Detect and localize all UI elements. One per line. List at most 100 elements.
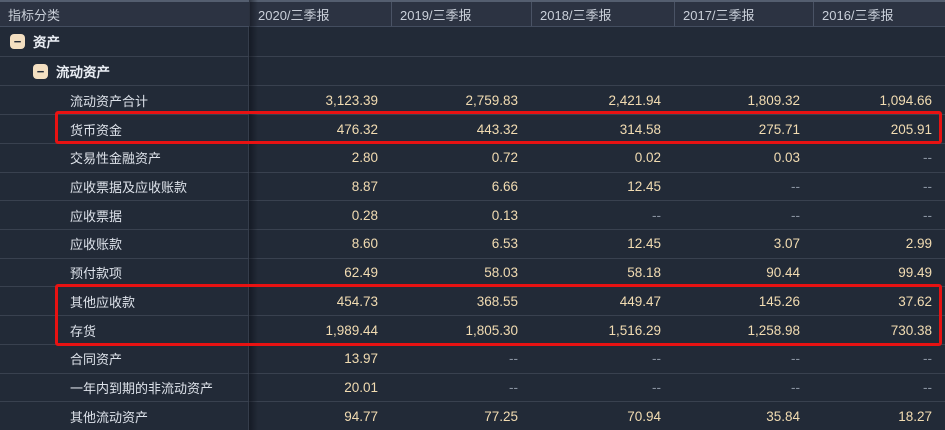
value-cell: 37.62 xyxy=(813,294,945,309)
row-label-cell: 应收票据及应收账款 xyxy=(0,173,249,201)
value-cell: -- xyxy=(813,351,945,366)
value-cell: -- xyxy=(813,208,945,223)
table-row[interactable]: 应收票据及应收账款8.876.6612.45---- xyxy=(0,173,945,202)
value-cell: 314.58 xyxy=(531,122,674,137)
table-row[interactable]: 一年内到期的非流动资产20.01-------- xyxy=(0,374,945,403)
row-label: 应收票据 xyxy=(70,206,122,225)
value-cell: 1,094.66 xyxy=(813,93,945,108)
value-cell: 1,516.29 xyxy=(531,323,674,338)
table-row[interactable]: 其他流动资产94.7777.2570.9435.8418.27 xyxy=(0,402,945,430)
row-label: 交易性金融资产 xyxy=(70,148,161,167)
financial-statement-table: 指标分类 2020/三季报2019/三季报2018/三季报2017/三季报201… xyxy=(0,0,945,430)
value-cell: 12.45 xyxy=(531,236,674,251)
collapse-minus-icon[interactable]: − xyxy=(10,34,25,49)
column-header-period: 2020/三季报 xyxy=(249,2,391,26)
value-cell: 3,123.39 xyxy=(249,93,391,108)
value-cell: 2,421.94 xyxy=(531,93,674,108)
value-cell: 1,989.44 xyxy=(249,323,391,338)
value-cell: -- xyxy=(531,208,674,223)
table-header-row: 指标分类 2020/三季报2019/三季报2018/三季报2017/三季报201… xyxy=(0,0,945,27)
value-cell: 449.47 xyxy=(531,294,674,309)
value-cell: 0.02 xyxy=(531,150,674,165)
table-row[interactable]: 其他应收款454.73368.55449.47145.2637.62 xyxy=(0,287,945,316)
row-label: 预付款项 xyxy=(70,263,122,282)
row-label-cell: 一年内到期的非流动资产 xyxy=(0,374,249,402)
value-cell: 77.25 xyxy=(391,409,531,424)
row-label: 应收票据及应收账款 xyxy=(70,177,187,196)
value-cell: 90.44 xyxy=(674,265,813,280)
value-cell: 62.49 xyxy=(249,265,391,280)
value-cell: 0.13 xyxy=(391,208,531,223)
row-label-cell: 应收票据 xyxy=(0,201,249,229)
row-label: 一年内到期的非流动资产 xyxy=(70,378,213,397)
value-cell: 58.03 xyxy=(391,265,531,280)
value-cell: -- xyxy=(674,380,813,395)
value-cell: 58.18 xyxy=(531,265,674,280)
table-body: −资产−流动资产流动资产合计3,123.392,759.832,421.941,… xyxy=(0,27,945,430)
value-cell: 99.49 xyxy=(813,265,945,280)
row-label-cell: 应收账款 xyxy=(0,230,249,258)
value-cell: -- xyxy=(674,179,813,194)
table-row[interactable]: 应收账款8.606.5312.453.072.99 xyxy=(0,230,945,259)
value-cell: -- xyxy=(674,351,813,366)
table-row[interactable]: 流动资产合计 3,123.392,759.832,421.941,809.321,… xyxy=(0,86,945,115)
value-cell: 0.28 xyxy=(249,208,391,223)
row-label-cell: 预付款项 xyxy=(0,259,249,287)
value-cell: 6.66 xyxy=(391,179,531,194)
collapse-minus-icon[interactable]: − xyxy=(33,64,48,79)
value-cell: 145.26 xyxy=(674,294,813,309)
row-label-cell: −流动资产 xyxy=(0,57,249,86)
value-cell: 0.72 xyxy=(391,150,531,165)
value-cell: 205.91 xyxy=(813,122,945,137)
table-row[interactable]: 预付款项 62.4958.0358.1890.4499.49 xyxy=(0,259,945,288)
value-cell: -- xyxy=(531,380,674,395)
value-cell: -- xyxy=(674,208,813,223)
value-cell: 6.53 xyxy=(391,236,531,251)
row-label-cell: 货币资金 xyxy=(0,115,249,143)
row-label: 合同资产 xyxy=(70,349,122,368)
row-label-cell: 其他应收款 xyxy=(0,287,249,315)
table-row[interactable]: 合同资产13.97-------- xyxy=(0,345,945,374)
value-cell: 2.99 xyxy=(813,236,945,251)
row-label: 流动资产合计 xyxy=(70,91,148,110)
value-cell: 443.32 xyxy=(391,122,531,137)
row-label-cell: 流动资产合计 xyxy=(0,86,249,114)
row-label: 流动资产 xyxy=(56,61,110,81)
table-row[interactable]: −流动资产 xyxy=(0,57,945,87)
row-label: 货币资金 xyxy=(70,120,122,139)
value-cell: 70.94 xyxy=(531,409,674,424)
column-header-category: 指标分类 xyxy=(0,2,249,26)
column-header-period: 2016/三季报 xyxy=(813,2,945,26)
value-cell: 0.03 xyxy=(674,150,813,165)
value-cell: 1,809.32 xyxy=(674,93,813,108)
value-cell: 476.32 xyxy=(249,122,391,137)
value-cell: 94.77 xyxy=(249,409,391,424)
table-row[interactable]: 货币资金 476.32443.32314.58275.71205.91 xyxy=(0,115,945,144)
column-header-period: 2018/三季报 xyxy=(531,2,674,26)
value-cell: -- xyxy=(813,380,945,395)
value-cell: -- xyxy=(531,351,674,366)
row-label: 其他应收款 xyxy=(70,292,135,311)
value-cell: -- xyxy=(813,179,945,194)
value-cell: 275.71 xyxy=(674,122,813,137)
column-header-period: 2017/三季报 xyxy=(674,2,813,26)
table-row[interactable]: −资产 xyxy=(0,27,945,57)
value-cell: -- xyxy=(813,150,945,165)
table-row[interactable]: 应收票据0.280.13------ xyxy=(0,201,945,230)
table-row[interactable]: 存货1,989.441,805.301,516.291,258.98730.38 xyxy=(0,316,945,345)
table-row[interactable]: 交易性金融资产 2.800.720.020.03-- xyxy=(0,144,945,173)
column-header-period: 2019/三季报 xyxy=(391,2,531,26)
value-cell: 2,759.83 xyxy=(391,93,531,108)
value-cell: 8.60 xyxy=(249,236,391,251)
value-cell: 18.27 xyxy=(813,409,945,424)
value-cell: 12.45 xyxy=(531,179,674,194)
row-label: 存货 xyxy=(70,321,96,340)
balance-sheet-table: 指标分类 2020/三季报2019/三季报2018/三季报2017/三季报201… xyxy=(0,0,945,430)
row-label-cell: 交易性金融资产 xyxy=(0,144,249,172)
value-cell: -- xyxy=(391,380,531,395)
value-cell: 730.38 xyxy=(813,323,945,338)
value-cell: 2.80 xyxy=(249,150,391,165)
value-cell: 454.73 xyxy=(249,294,391,309)
value-cell: 8.87 xyxy=(249,179,391,194)
value-cell: 20.01 xyxy=(249,380,391,395)
